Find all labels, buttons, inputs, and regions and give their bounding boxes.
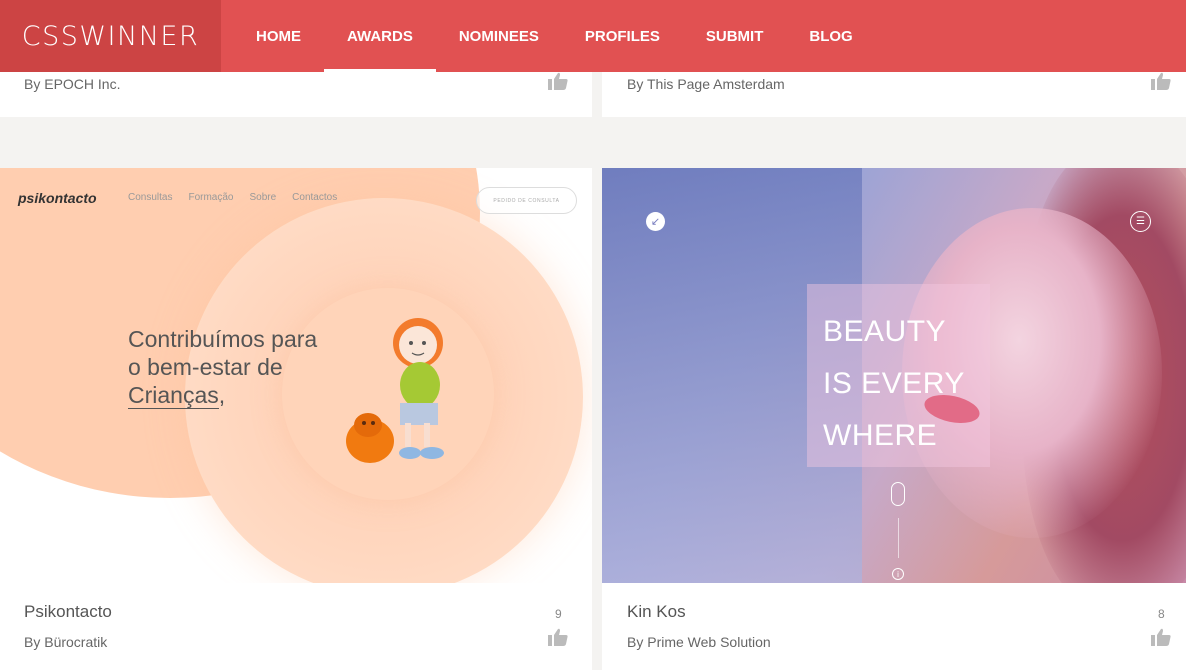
shot-nav-item: Contactos: [292, 192, 338, 203]
shot-nav: Consultas Formação Sobre Contactos: [128, 192, 337, 203]
hamburger-menu-icon: ☰: [1130, 211, 1151, 232]
info-icon: i: [892, 568, 904, 580]
menu-item-profiles[interactable]: PROFILES: [562, 0, 683, 72]
shot-headline: Contribuímos para o bem-estar de Criança…: [128, 325, 317, 409]
menu-item-awards[interactable]: AWARDS: [324, 0, 436, 72]
thumbs-up-icon[interactable]: [548, 72, 568, 90]
shot-nav-item: Formação: [188, 192, 234, 203]
headline-line: BEAUTY: [823, 315, 947, 348]
menu-item-blog[interactable]: BLOG: [786, 0, 875, 72]
menu-item-nominees[interactable]: NOMINEES: [436, 0, 562, 72]
headline-suffix: ,: [218, 382, 226, 408]
like-count: 8: [1158, 607, 1165, 621]
like-count: 9: [555, 607, 562, 621]
card-author[interactable]: By Prime Web Solution: [627, 634, 771, 650]
site-screenshot[interactable]: psikontacto Consultas Formação Sobre Con…: [0, 168, 592, 583]
menu-item-home[interactable]: HOME: [233, 0, 324, 72]
thumbs-up-icon[interactable]: [548, 628, 568, 646]
shot-cta-button: PEDIDO DE CONSULTA: [476, 187, 577, 214]
top-navigation: CSSWINNER HOME AWARDS NOMINEES PROFILES …: [0, 0, 1186, 72]
child-illustration: [346, 318, 444, 463]
thumbs-up-icon[interactable]: [1151, 628, 1171, 646]
main-menu: HOME AWARDS NOMINEES PROFILES SUBMIT BLO…: [233, 0, 876, 72]
card-author[interactable]: By Bürocratik: [24, 634, 107, 650]
shot-logo: psikontacto: [18, 190, 97, 206]
back-arrow-icon: ↙: [646, 212, 665, 231]
scroll-mouse-icon: [891, 482, 905, 506]
shot-nav-item: Sobre: [249, 192, 277, 203]
award-card-kin-kos: BEAUTY IS EVERY WHERE ↙ ☰ i Kin Kos By P…: [602, 168, 1186, 670]
site-screenshot[interactable]: BEAUTY IS EVERY WHERE ↙ ☰ i: [602, 168, 1186, 583]
menu-item-submit[interactable]: SUBMIT: [683, 0, 787, 72]
thumbs-up-icon[interactable]: [1151, 72, 1171, 90]
shot-nav-item: Consultas: [128, 192, 173, 203]
card-title[interactable]: Psikontacto: [24, 602, 112, 622]
award-card-psikontacto: psikontacto Consultas Formação Sobre Con…: [0, 168, 592, 670]
headline-line: IS EVERY: [823, 367, 965, 400]
site-logo[interactable]: CSSWINNER: [0, 0, 221, 72]
headline-line: Crianças,: [128, 381, 317, 409]
logo-text: CSSWINNER: [21, 20, 200, 52]
scroll-line: [898, 518, 899, 558]
headline-line: o bem-estar de: [128, 354, 283, 380]
card-title[interactable]: Kin Kos: [627, 602, 686, 622]
card-author[interactable]: By This Page Amsterdam: [627, 76, 785, 92]
card-author[interactable]: By EPOCH Inc.: [24, 76, 120, 92]
headline-line: WHERE: [823, 419, 938, 452]
headline-line: Contribuímos para: [128, 326, 318, 352]
shot-headline: BEAUTY IS EVERY WHERE: [823, 306, 965, 462]
headline-highlight: Crianças: [128, 382, 219, 409]
